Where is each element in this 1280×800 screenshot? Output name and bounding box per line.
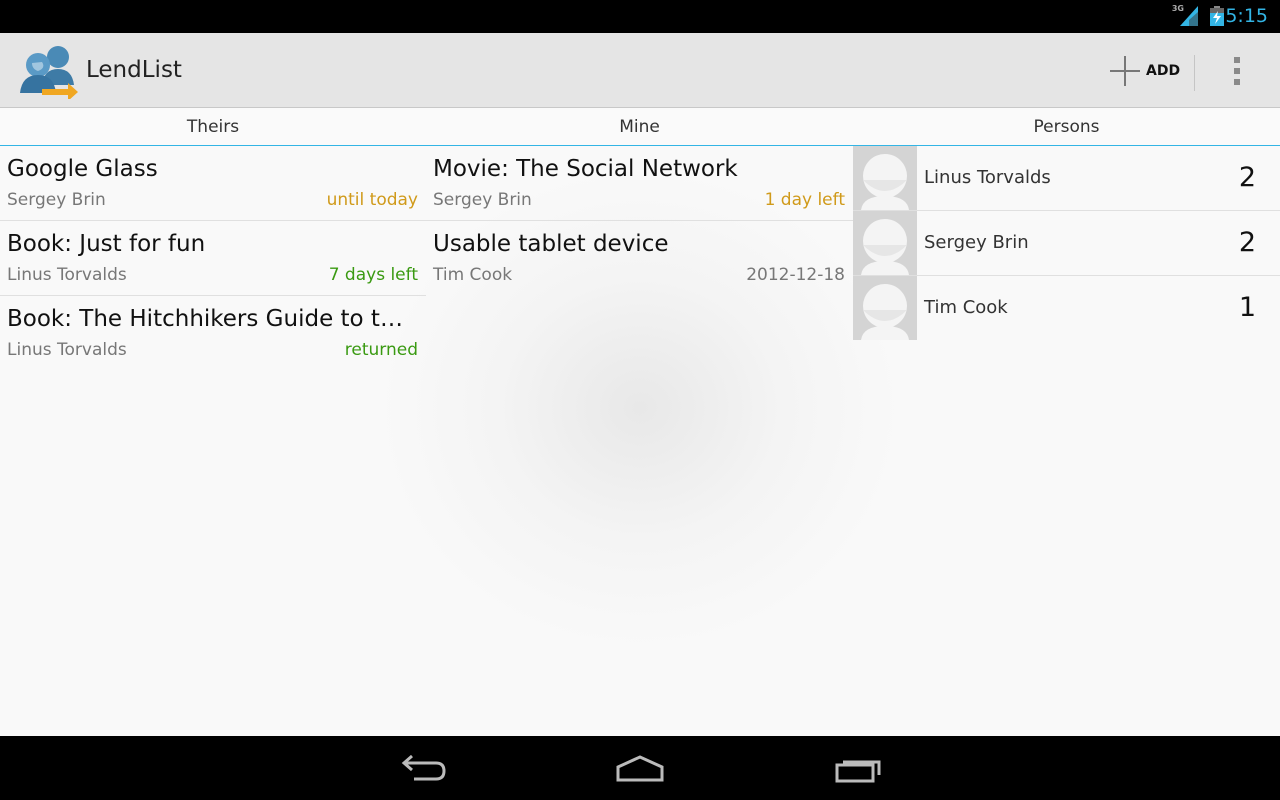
item-person: Sergey Brin (7, 190, 106, 210)
item-person: Linus Torvalds (7, 265, 127, 285)
item-person: Tim Cook (433, 265, 513, 285)
person-item-count: 2 (1238, 227, 1256, 258)
tab-theirs[interactable]: Theirs (0, 117, 426, 137)
add-button[interactable]: ADD (1108, 49, 1192, 93)
overflow-menu-icon[interactable] (1222, 51, 1252, 91)
item-status: 1 day left (764, 190, 845, 210)
list-item[interactable]: Usable tablet device Tim Cook 2012-12-18 (426, 221, 853, 296)
list-item[interactable]: Book: The Hitchhikers Guide to the… Linu… (0, 296, 426, 371)
list-item[interactable]: Book: Just for fun Linus Torvalds 7 days… (0, 221, 426, 296)
tab-persons[interactable]: Persons (853, 117, 1280, 137)
person-name: Linus Torvalds (924, 167, 1051, 188)
back-icon[interactable] (394, 752, 454, 786)
item-person: Linus Torvalds (7, 340, 127, 360)
item-title: Book: Just for fun (7, 231, 206, 257)
default-contact-icon (853, 146, 917, 210)
item-status: returned (344, 340, 418, 360)
recent-apps-icon[interactable] (828, 752, 888, 786)
lendlist-users-arrow-icon[interactable] (20, 45, 80, 99)
add-button-label: ADD (1146, 63, 1181, 79)
default-contact-icon (853, 276, 917, 340)
person-item-count: 2 (1238, 162, 1256, 193)
app-title: LendList (86, 57, 182, 83)
mine-list: Movie: The Social Network Sergey Brin 1 … (426, 146, 853, 296)
person-name: Tim Cook (924, 297, 1008, 318)
main-content: Theirs Mine Persons Google Glass Sergey … (0, 108, 1280, 736)
persons-list: Linus Torvalds 2 Sergey Brin 2 Tim Cook … (853, 146, 1280, 341)
person-row[interactable]: Sergey Brin 2 (853, 211, 1280, 276)
item-status: 7 days left (328, 265, 418, 285)
plus-icon (1110, 56, 1140, 86)
action-bar-divider (1194, 55, 1195, 91)
clock: 5:15 (1225, 5, 1268, 27)
home-icon[interactable] (610, 752, 670, 786)
list-item[interactable]: Movie: The Social Network Sergey Brin 1 … (426, 146, 853, 221)
theirs-list: Google Glass Sergey Brin until today Boo… (0, 146, 426, 371)
item-title: Google Glass (7, 156, 158, 182)
item-title: Movie: The Social Network (433, 156, 738, 182)
person-item-count: 1 (1238, 292, 1256, 323)
signal-icon (1180, 6, 1198, 26)
default-contact-icon (853, 211, 917, 275)
item-status: until today (326, 190, 418, 210)
tab-mine[interactable]: Mine (426, 117, 853, 137)
status-bar: 3G 5:15 (0, 0, 1280, 33)
battery-charging-icon (1210, 6, 1224, 26)
person-row[interactable]: Tim Cook 1 (853, 276, 1280, 341)
column-headers: Theirs Mine Persons (0, 108, 1280, 146)
person-row[interactable]: Linus Torvalds 2 (853, 146, 1280, 211)
item-status: 2012-12-18 (746, 265, 845, 285)
item-person: Sergey Brin (433, 190, 532, 210)
list-item[interactable]: Google Glass Sergey Brin until today (0, 146, 426, 221)
action-bar: LendList ADD (0, 33, 1280, 108)
item-title: Book: The Hitchhikers Guide to the… (7, 306, 417, 332)
person-name: Sergey Brin (924, 232, 1029, 253)
navigation-bar (0, 736, 1280, 800)
item-title: Usable tablet device (433, 231, 669, 257)
